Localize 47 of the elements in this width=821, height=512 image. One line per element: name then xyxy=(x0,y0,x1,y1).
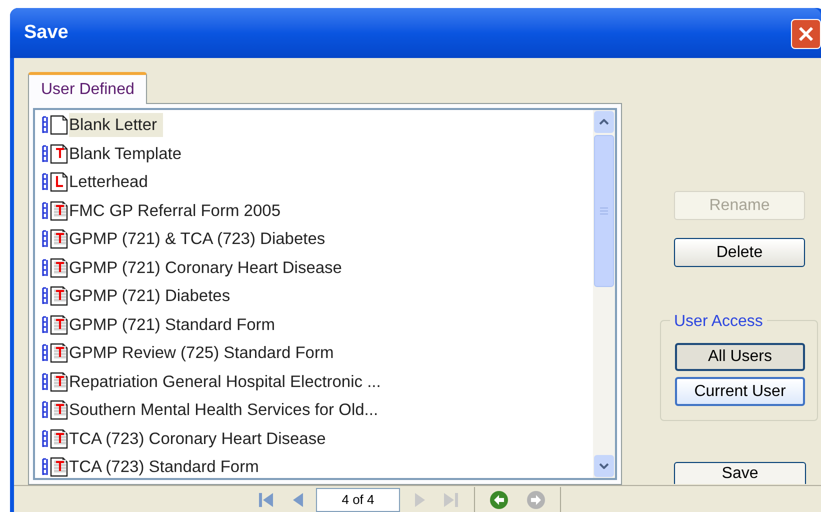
template-document-icon xyxy=(39,256,69,279)
template-item[interactable]: Blank Letter xyxy=(69,113,164,138)
template-document-icon xyxy=(39,399,69,422)
template-item[interactable]: Letterhead xyxy=(69,170,154,194)
template-item[interactable]: Blank Template xyxy=(69,142,188,166)
template-document-icon xyxy=(39,370,69,393)
close-button[interactable] xyxy=(791,18,821,48)
first-page-icon[interactable] xyxy=(257,490,275,508)
template-item[interactable]: Southern Mental Health Services for Old... xyxy=(69,398,384,422)
action-button[interactable]: Delete xyxy=(674,238,805,267)
page-field[interactable]: 4 of 4 xyxy=(316,488,400,512)
chevron-down-icon xyxy=(599,463,609,469)
template-document-icon xyxy=(39,314,69,336)
template-item[interactable]: GPMP (721) Coronary Heart Disease xyxy=(69,256,348,280)
template-document-icon xyxy=(39,171,69,194)
access-toggle-button[interactable]: All Users xyxy=(675,343,805,371)
back-icon[interactable] xyxy=(489,490,509,510)
template-document-icon xyxy=(39,428,69,450)
grip-icon xyxy=(600,207,608,215)
template-document-icon xyxy=(39,200,69,222)
forward-icon[interactable] xyxy=(526,490,546,510)
scrollbar[interactable] xyxy=(593,110,615,478)
scroll-thumb[interactable] xyxy=(594,135,614,287)
next-page-icon[interactable] xyxy=(414,490,426,508)
template-document-icon xyxy=(39,285,69,308)
template-item[interactable]: GPMP (721) Standard Form xyxy=(69,312,282,337)
document-icon xyxy=(39,114,69,136)
template-item[interactable]: Repatriation General Hospital Electronic ... xyxy=(69,370,387,394)
template-item[interactable]: TCA (723) Standard Form xyxy=(69,455,265,478)
save-button[interactable]: Save xyxy=(674,462,806,484)
access-toggle-button[interactable]: Current User xyxy=(675,377,805,406)
template-item[interactable]: TCA (723) Coronary Heart Disease xyxy=(69,426,332,451)
template-document-icon xyxy=(39,228,69,250)
previous-page-icon[interactable] xyxy=(292,490,304,508)
scroll-down-button[interactable] xyxy=(594,455,614,477)
template-document-icon xyxy=(39,342,69,364)
tab[interactable]: User Defined xyxy=(28,72,148,104)
template-item[interactable]: FMC GP Referral Form 2005 xyxy=(69,198,287,223)
template-item[interactable]: GPMP Review (725) Standard Form xyxy=(69,341,340,366)
scroll-up-button[interactable] xyxy=(594,111,614,133)
last-page-icon[interactable] xyxy=(442,490,460,508)
window-title: Save xyxy=(24,20,68,45)
template-item[interactable]: GPMP (721) & TCA (723) Diabetes xyxy=(69,227,332,252)
close-icon xyxy=(797,24,815,42)
chevron-up-icon xyxy=(599,119,609,125)
template-document-icon xyxy=(39,142,69,165)
template-item[interactable]: GPMP (721) Diabetes xyxy=(69,284,236,308)
